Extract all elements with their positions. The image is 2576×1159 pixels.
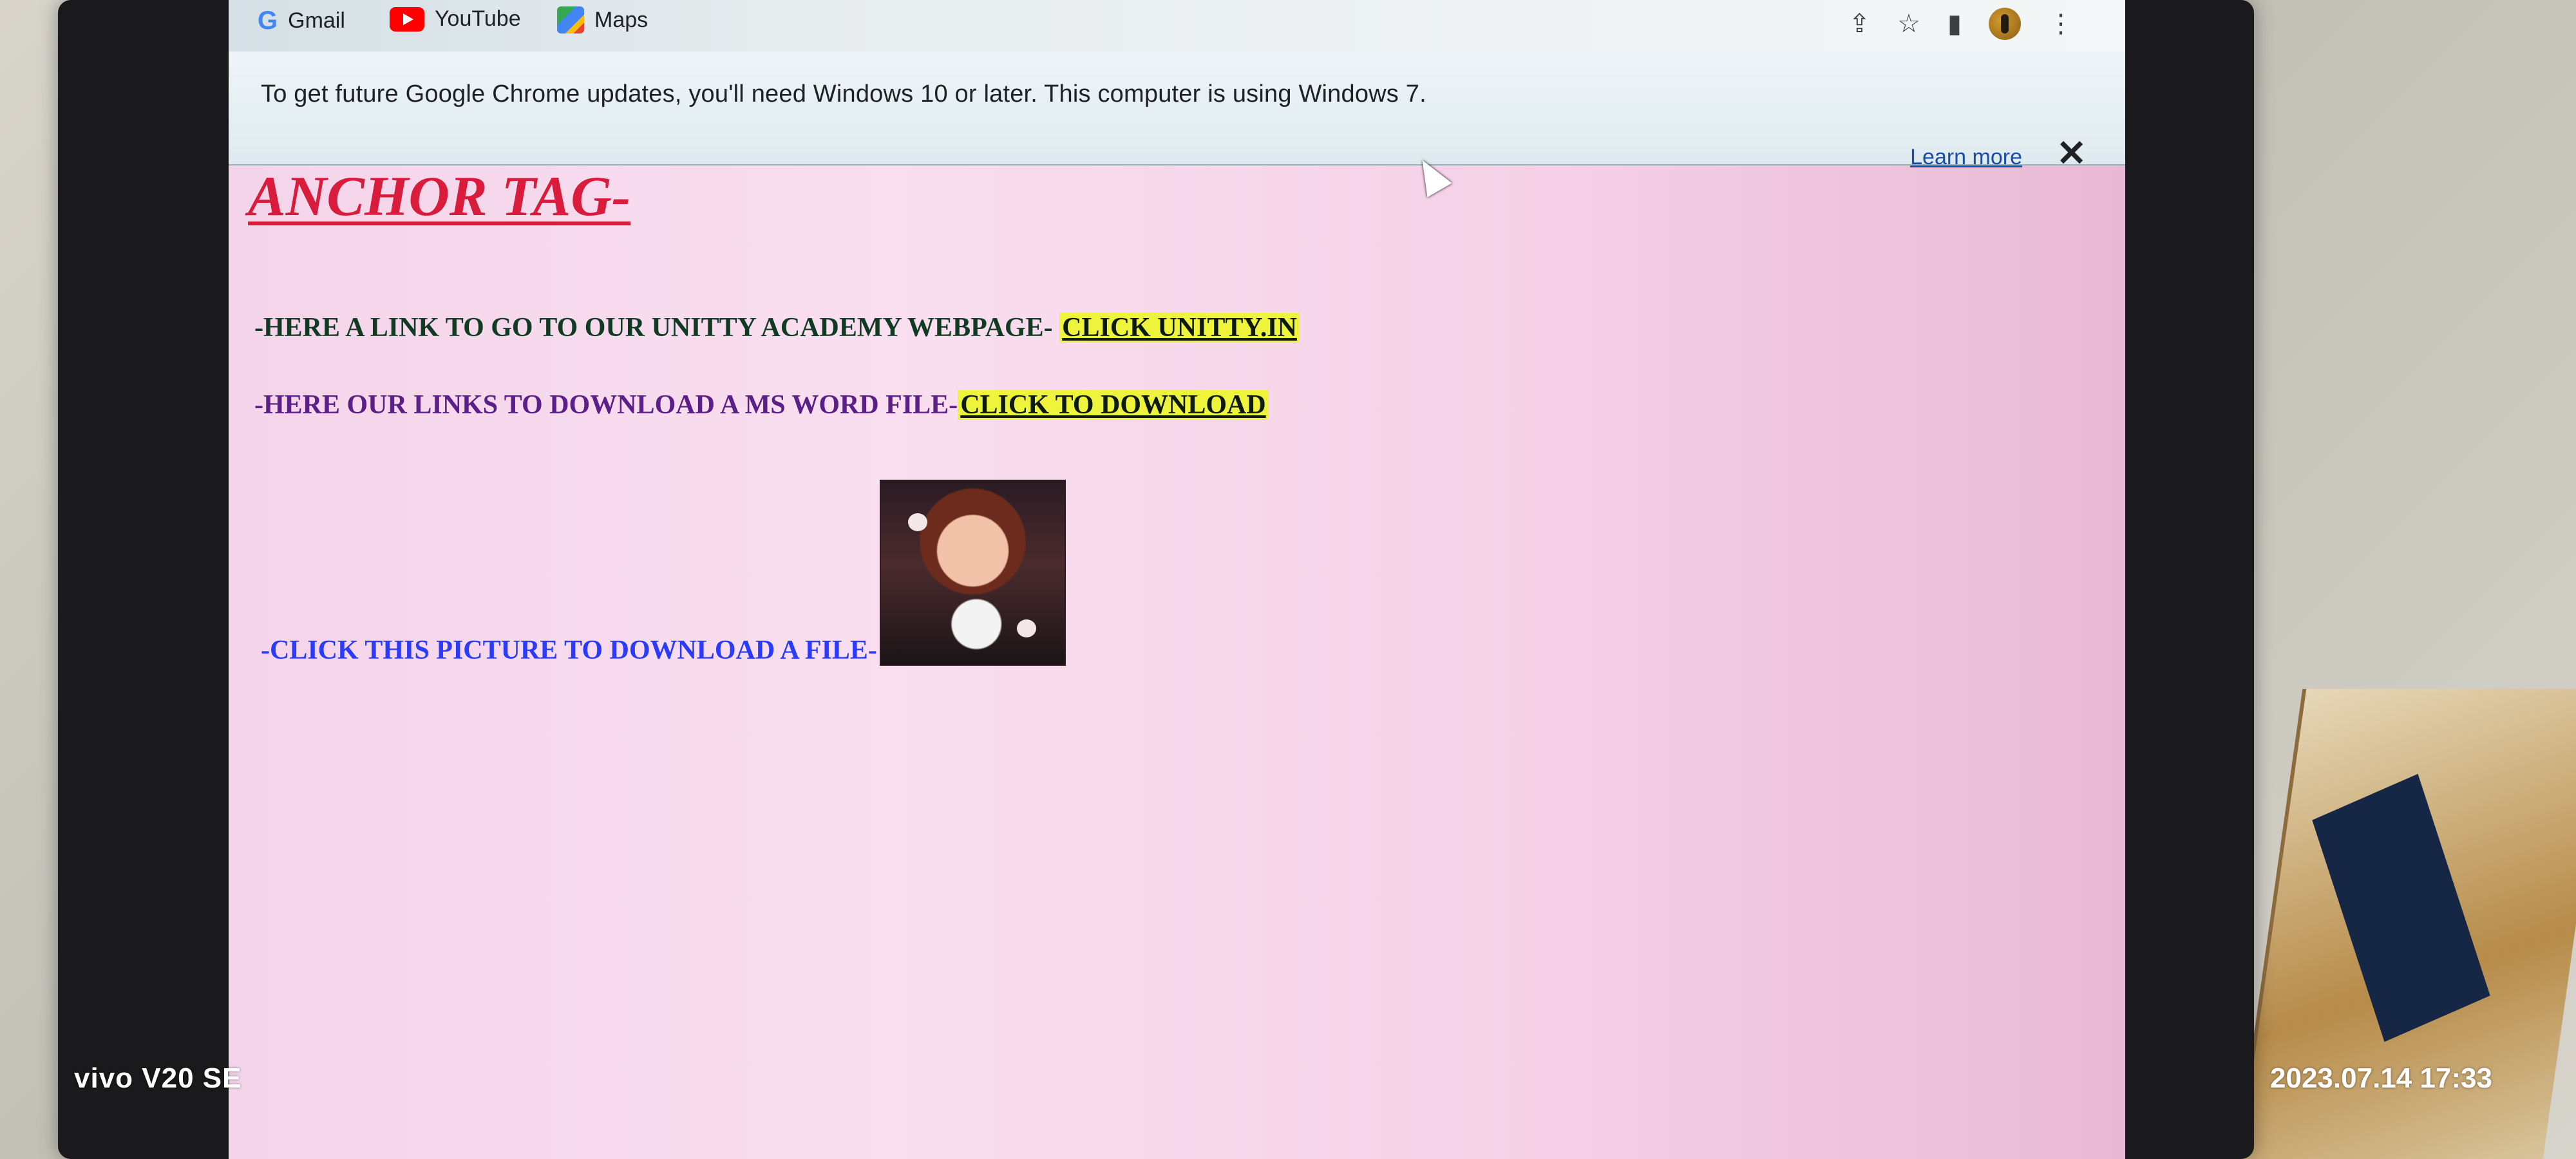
youtube-icon [390,6,424,32]
bookmarks-bar: G Gmail YouTube Maps ⇪ ☆ ▮ ⋮ [229,0,2125,52]
infobar-message: To get future Google Chrome updates, you… [261,80,1426,108]
maps-icon [557,6,584,33]
bookmark-youtube[interactable]: YouTube [390,6,521,32]
picture-download-row: -CLICK THIS PICTURE TO DOWNLOAD A FILE- [261,480,1066,666]
bookmark-label: YouTube [435,6,521,31]
download-link[interactable]: CLICK TO DOWNLOAD [958,390,1269,420]
kebab-menu-icon[interactable]: ⋮ [2048,9,2074,39]
google-icon: G [258,6,278,35]
side-panel-icon[interactable]: ▮ [1947,9,1962,39]
download-picture-link[interactable] [879,480,1066,666]
unitty-link-row: -HERE A LINK TO GO TO OUR UNITTY ACADEMY… [254,312,1300,343]
photo-timestamp: 2023.07.14 17:33 [2270,1062,2492,1094]
box-label [2312,773,2490,1042]
device-watermark: vivo V20 SE [74,1062,242,1094]
toolbar-icons: ⇪ ☆ ▮ ⋮ [1849,8,2074,40]
browser-screen: G Gmail YouTube Maps ⇪ ☆ ▮ ⋮ To get futu… [229,0,2125,1159]
bookmark-label: Gmail [288,8,345,33]
bookmark-label: Maps [594,7,649,32]
unitty-link[interactable]: CLICK UNITTY.IN [1059,313,1300,343]
webpage-content: ANCHOR TAG- -HERE A LINK TO GO TO OUR UN… [229,164,2125,1159]
share-icon[interactable]: ⇪ [1849,9,1871,39]
page-title: ANCHOR TAG- [248,165,631,228]
download-word-row: -HERE OUR LINKS TO DOWNLOAD A MS WORD FI… [254,390,1269,420]
star-icon[interactable]: ☆ [1897,9,1920,39]
bookmark-maps[interactable]: Maps [557,6,648,33]
row-label: -CLICK THIS PICTURE TO DOWNLOAD A FILE- [261,636,877,665]
profile-avatar-icon[interactable] [1989,8,2021,40]
photo-scene: G Gmail YouTube Maps ⇪ ☆ ▮ ⋮ To get futu… [0,0,2576,1159]
row-label: -HERE OUR LINKS TO DOWNLOAD A MS WORD FI… [254,390,958,420]
bookmark-gmail[interactable]: G Gmail [258,6,345,35]
update-infobar: To get future Google Chrome updates, you… [229,52,2125,171]
row-label: -HERE A LINK TO GO TO OUR UNITTY ACADEMY… [254,313,1060,343]
